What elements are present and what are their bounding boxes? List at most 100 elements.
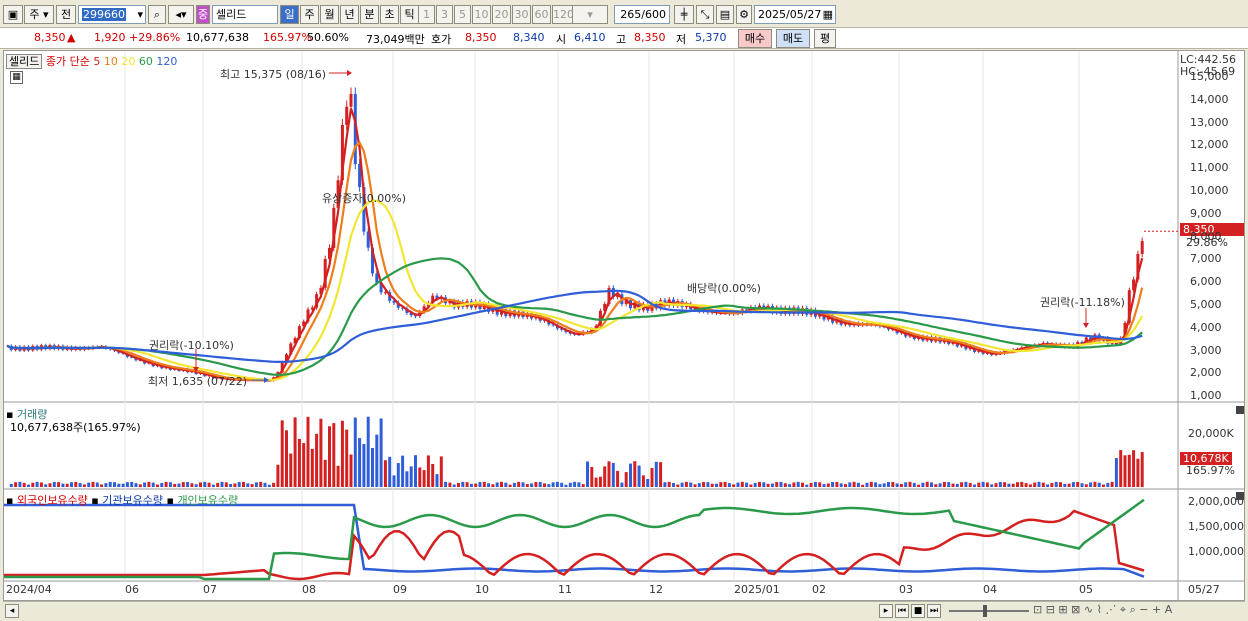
interval-button-3[interactable]: 3 [436,5,453,24]
date-input[interactable]: 2025/05/27 ▦ [754,5,836,24]
volume-bar [478,482,482,487]
volume-bar [474,483,478,487]
volume-bar [392,475,396,487]
volume-bar [719,482,723,487]
type-select[interactable]: 주 ▾ [24,5,54,24]
stock-badge-label: 중 [197,8,209,21]
volume-bar [280,420,284,487]
volume-bar [1106,482,1110,487]
period-tab-2[interactable]: 월 [320,5,339,24]
volume-bar [1059,482,1062,487]
period-tab-5[interactable]: 초 [380,5,399,24]
volume-bar [611,462,615,487]
volume-bar [263,482,267,487]
stock-name-field[interactable]: 셀리드 [212,5,278,24]
volume-bar [869,481,873,487]
scroll-left-icon[interactable]: ◂ [5,604,19,618]
close-volume-icon[interactable] [1236,406,1244,414]
speaker-icon[interactable]: ◂▾ [168,5,194,24]
interval-button-1[interactable]: 1 [418,5,435,24]
interval-button-60[interactable]: 60 [532,5,551,24]
period-tab-6[interactable]: 틱 [400,5,419,24]
buy-button[interactable]: 매수 [738,29,772,48]
volume-bar [216,482,220,487]
volume-bar [792,482,796,487]
interval-button-30[interactable]: 30 [512,5,531,24]
volume-bar [173,483,177,487]
scroll-right-icon[interactable]: ▸ [879,604,893,618]
avg-label: 평 [819,32,831,45]
sell-button[interactable]: 매도 [776,29,810,48]
interval-button-120[interactable]: 120 [552,5,574,24]
volume-bar [818,482,822,487]
candle-icon[interactable]: ╪ [674,5,694,24]
price-y-tick: 10,000 [1190,184,1229,197]
volume-bar [973,484,976,487]
zoom-slider[interactable] [949,610,1029,612]
institution-legend: 기관보유수량 [102,494,163,507]
volume-bar [100,484,104,487]
avg-button[interactable]: 평 [814,29,836,48]
rewind-icon[interactable]: ⏮ [895,604,909,618]
volume-bar [414,455,417,487]
volume-pct-tag: 165.97% [1186,464,1235,477]
drawing-tools-icon[interactable]: ⊡ ⊟ ⊞ ⊠ ∿ ⌇ ⋰ ⌖ ⌕ − + A [1033,603,1172,617]
volume-bar [676,484,680,487]
search-icon[interactable]: ⌕ [148,5,166,24]
stop-icon[interactable]: ■ [911,604,925,618]
volume-bar [1114,458,1118,487]
change-value: 1,920 [94,31,126,44]
scroll-bar[interactable]: ◂ ▸ ⏮ ■ ⏭ ⊡ ⊟ ⊞ ⊠ ∿ ⌇ ⋰ ⌖ ⌕ − + A [3,601,1245,619]
price-y-tick: 9,000 [1190,206,1222,220]
period-tab-0[interactable]: 일 [280,5,299,24]
volume-bar [684,481,688,487]
volume-bar [401,455,405,487]
chart-svg[interactable] [4,51,1244,600]
volume-bar [826,483,830,487]
volume-bar [680,482,684,487]
change-pct: +29.86% [129,31,181,44]
forward-icon[interactable]: ⏭ [927,604,941,618]
close-holdings-icon[interactable] [1236,492,1244,500]
grid-toggle-icon[interactable]: ▦ [10,71,23,84]
volume-bar [319,418,323,487]
interval-button-10[interactable]: 10 [472,5,491,24]
prev-button[interactable]: 전 [56,5,76,24]
interval-dropdown[interactable]: ▾ [572,5,608,24]
period-tab-4[interactable]: 분 [360,5,379,24]
hoga-label: 호가 [431,33,452,46]
volume-bar [332,423,336,487]
volume-bar [512,482,516,487]
interval-button-5[interactable]: 5 [454,5,471,24]
period-tab-3[interactable]: 년 [340,5,359,24]
volume-bar [194,484,198,487]
chart-area[interactable]: 셀리드 종가 단순 5 10 20 60 120 ▦ LC:442.56 HC:… [3,50,1245,601]
volume-bar [143,482,147,487]
toolbar: ▣ 주 ▾ 전 299660 ▾ ⌕ ◂▾ 중 셀리드 일주월년분초틱 1 3 5 10… [0,0,1248,28]
interval-button-20[interactable]: 20 [492,5,511,24]
chevron-down-icon[interactable]: ▾ [137,6,143,23]
individual-line [4,498,1145,581]
volume-bar [465,482,469,487]
chart-window-icon[interactable]: ▣ [3,5,23,24]
volume-bar [285,430,288,487]
save-icon[interactable]: ▤ [716,5,734,24]
code-input[interactable]: 299660 ▾ [78,5,146,24]
volume-bar [839,483,843,487]
count-input[interactable]: 265/600 [614,5,670,24]
x-tick: 2025/01 [734,583,780,596]
zoom-thumb[interactable] [983,605,987,617]
volume-bar [396,463,400,487]
volume-bar [418,467,422,487]
volume-bar [1016,482,1019,487]
period-tab-1[interactable]: 주 [300,5,319,24]
volume-bar [48,483,52,487]
line-tool-icon[interactable]: ⤡ [696,5,714,24]
gear-icon[interactable]: ⚙ [736,5,752,24]
calendar-icon[interactable]: ▦ [823,6,833,23]
volume-bar [934,484,938,487]
name-tag[interactable]: 셀리드 [6,54,43,69]
volume-bar [426,455,430,487]
individual-legend: 개인보유수량 [177,494,239,507]
volume-bar [736,482,740,487]
